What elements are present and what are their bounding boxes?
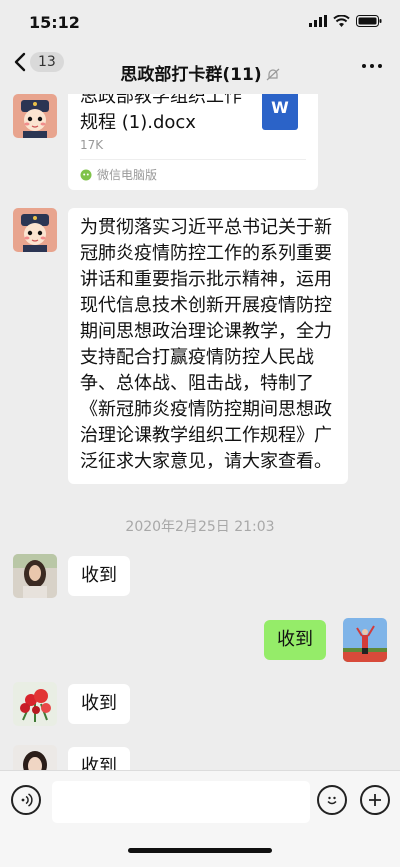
dot-icon xyxy=(378,64,382,68)
text-message[interactable]: 为贯彻落实习近平总书记关于新冠肺炎疫情防控工作的系列重要讲话和重要指示批示精神，… xyxy=(68,208,348,484)
sender-avatar[interactable] xyxy=(13,682,57,726)
message-text: 收到 xyxy=(81,693,117,714)
file-name: 思政部教学组织工作规程 (1).docx xyxy=(80,94,242,133)
sender-avatar[interactable] xyxy=(13,94,57,138)
message-text: 收到 xyxy=(277,629,313,650)
sender-avatar[interactable] xyxy=(13,745,57,770)
police-cartoon-avatar-icon xyxy=(13,94,57,138)
portrait-photo-avatar-icon xyxy=(13,745,57,770)
message-list[interactable]: 思政部教学组织工作规程 (1).docx W 17K 微信电脑版 为贯彻落实习近… xyxy=(0,94,400,770)
file-source: 微信电脑版 xyxy=(80,166,157,183)
outdoor-photo-avatar-icon xyxy=(343,618,387,662)
woman-photo-avatar-icon xyxy=(13,554,57,598)
sender-avatar[interactable] xyxy=(13,554,57,598)
smiley-icon xyxy=(327,796,337,805)
status-time: 15:12 xyxy=(29,13,80,32)
mute-bell-icon xyxy=(266,68,279,81)
word-document-icon: W xyxy=(262,94,298,130)
my-avatar[interactable] xyxy=(343,618,387,662)
voice-input-button[interactable] xyxy=(11,785,41,815)
text-message[interactable]: 收到 xyxy=(68,556,130,596)
file-source-label: 微信电脑版 xyxy=(97,168,158,182)
emoji-button[interactable] xyxy=(317,785,347,815)
file-message[interactable]: 思政部教学组织工作规程 (1).docx W 17K 微信电脑版 xyxy=(68,94,318,190)
message-text: 收到 xyxy=(81,565,117,586)
message-text: 为贯彻落实习近平总书记关于新冠肺炎疫情防控工作的系列重要讲话和重要指示批示精神，… xyxy=(80,217,332,472)
timestamp: 2020年2月25日 21:03 xyxy=(125,519,275,535)
flower-photo-avatar-icon xyxy=(13,682,57,726)
my-text-message[interactable]: 收到 xyxy=(264,620,326,660)
file-size: 17K xyxy=(80,138,104,152)
home-indicator[interactable] xyxy=(128,848,272,853)
wechat-mini-icon xyxy=(80,169,92,180)
message-text: 收到 xyxy=(81,756,117,770)
group-name: 思政部打卡群(11) xyxy=(120,65,262,85)
more-functions-button[interactable] xyxy=(360,785,390,815)
cellular-signal-icon xyxy=(309,15,327,27)
voice-icon xyxy=(21,793,33,807)
divider xyxy=(80,159,306,160)
text-message[interactable]: 收到 xyxy=(68,747,130,770)
page-title: 思政部打卡群(11) xyxy=(0,60,400,85)
battery-icon xyxy=(356,15,382,27)
sender-avatar[interactable] xyxy=(13,208,57,252)
wifi-icon xyxy=(333,15,350,27)
message-input[interactable] xyxy=(52,781,310,823)
status-icons xyxy=(309,15,382,27)
plus-icon xyxy=(369,794,381,806)
text-message[interactable]: 收到 xyxy=(68,684,130,724)
police-cartoon-avatar-icon xyxy=(13,208,57,252)
status-bar: 15:12 xyxy=(0,0,400,44)
more-options-button[interactable] xyxy=(362,64,382,68)
dot-icon xyxy=(370,64,374,68)
dot-icon xyxy=(362,64,366,68)
chat-header: 13 思政部打卡群(11) xyxy=(0,44,400,94)
word-icon-letter: W xyxy=(271,97,289,117)
